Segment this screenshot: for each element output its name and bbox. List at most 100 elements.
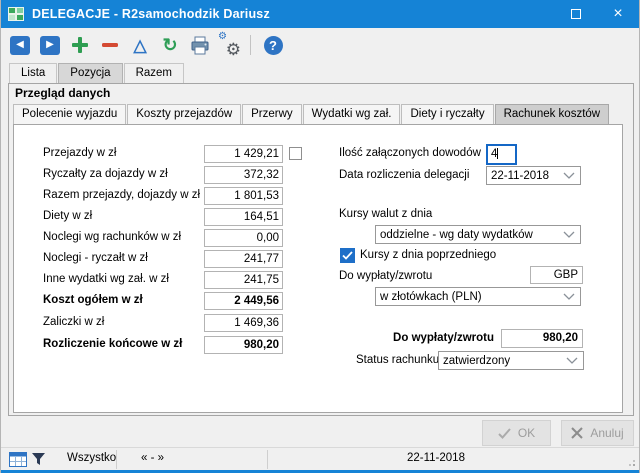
title-bar: DELEGACJE - R2samochodzik Dariusz × — [1, 0, 639, 28]
settlement-date-label: Data rozliczenia delegacji — [339, 169, 469, 181]
window-title: DELEGACJE - R2samochodzik Dariusz — [32, 7, 270, 21]
account-status-label: Status rachunku — [356, 354, 439, 366]
row-zaliczki: Zaliczki w zł 1 469,36 — [43, 314, 284, 332]
row-koszt-ogolem: Koszt ogółem w zł 2 449,56 — [43, 292, 284, 310]
minus-icon — [101, 36, 119, 54]
close-icon: × — [613, 6, 622, 22]
cancel-button[interactable]: Anuluj — [561, 420, 634, 446]
row-value-field[interactable]: 1 469,36 — [204, 314, 283, 332]
row-value-field[interactable]: 241,75 — [204, 271, 283, 289]
main-tab-bar: Lista Pozycja Razem — [9, 62, 185, 83]
printer-icon — [190, 36, 210, 55]
currency-rates-select[interactable]: oddzielne - wg daty wydatków — [375, 225, 581, 244]
chevron-down-icon — [563, 293, 575, 300]
attachments-input[interactable]: 4 — [486, 144, 517, 165]
row-value-field[interactable]: 2 449,56 — [204, 292, 283, 310]
row-label: Noclegi wg rachunków w zł — [43, 231, 181, 243]
status-date-text: 22-11-2018 — [331, 452, 541, 464]
row-przejazdy: Przejazdy w zł 1 429,21 — [43, 145, 284, 163]
record-range-text: « - » — [141, 452, 164, 464]
payout-label: Do wypłaty/zwrotu — [339, 270, 432, 282]
data-overview-panel: Przegląd danych Polecenie wyjazdu Koszty… — [8, 83, 634, 416]
row-value-field[interactable]: 980,20 — [204, 336, 283, 354]
status-bar: Wszystko « - » 22-11-2018 — [1, 447, 639, 470]
maximize-icon — [571, 9, 581, 19]
row-label: Razem przejazdy, dojazdy w zł — [43, 189, 200, 201]
row-noclegi-rachunki: Noclegi wg rachunków w zł 0,00 — [43, 229, 284, 247]
statusbar-separator — [116, 450, 117, 469]
row-label: Zaliczki w zł — [43, 316, 104, 328]
check-icon — [342, 251, 353, 260]
row-label: Przejazdy w zł — [43, 147, 117, 159]
app-window: DELEGACJE - R2samochodzik Dariusz × ◀ ▶ — [0, 0, 640, 473]
settlement-date-select[interactable]: 22-11-2018 — [486, 166, 581, 185]
statusbar-separator — [267, 450, 268, 469]
row-value-field[interactable]: 164,51 — [204, 208, 283, 226]
row-ryczalty-dojazdy: Ryczałty za dojazdy w zł 372,32 — [43, 166, 284, 184]
tab-polecenie-wyjazdu[interactable]: Polecenie wyjazdu — [13, 104, 126, 124]
chevron-down-icon — [563, 172, 575, 179]
x-icon — [571, 427, 583, 439]
chevron-down-icon — [566, 357, 578, 364]
row-value-field[interactable]: 241,77 — [204, 250, 283, 268]
tab-diety-i-ryczalty[interactable]: Diety i ryczałty — [401, 104, 493, 124]
gears-icon: ⚙ ⚙ — [219, 34, 241, 56]
delete-record-button[interactable] — [95, 32, 125, 58]
ok-button-label: OK — [518, 426, 535, 440]
payout-mode-select[interactable]: w złotówkach (PLN) — [375, 287, 581, 306]
row-value-field[interactable]: 1 429,21 — [204, 145, 283, 163]
payout-currency-field[interactable]: GBP — [530, 266, 583, 284]
edit-record-button[interactable]: △ — [125, 32, 155, 58]
row-label: Diety w zł — [43, 210, 92, 222]
row-razem-przejazdy: Razem przejazdy, dojazdy w zł 1 801,53 — [43, 187, 284, 205]
tab-wydatki-wg-zal[interactable]: Wydatki wg zał. — [303, 104, 401, 124]
filter-scope-text: Wszystko — [67, 452, 116, 464]
row-inne-wydatki: Inne wydatki wg zał. w zł 241,75 — [43, 271, 284, 289]
tab-lista[interactable]: Lista — [9, 63, 57, 83]
ok-button[interactable]: OK — [482, 420, 551, 446]
print-button[interactable] — [185, 32, 215, 58]
row-value-field[interactable]: 372,32 — [204, 166, 283, 184]
previous-icon: ◀ — [10, 36, 30, 55]
grid-view-icon[interactable] — [9, 452, 27, 467]
row-label: Koszt ogółem w zł — [43, 294, 143, 306]
filter-funnel-icon[interactable] — [31, 452, 46, 467]
close-button[interactable]: × — [597, 0, 639, 28]
account-status-select[interactable]: zatwierdzony — [438, 351, 584, 370]
chevron-down-icon — [563, 231, 575, 238]
resize-grip[interactable] — [626, 457, 636, 467]
row-value-field[interactable]: 1 801,53 — [204, 187, 283, 205]
app-icon — [8, 6, 24, 22]
przejazdy-checkbox[interactable] — [289, 147, 302, 160]
edit-triangle-icon: △ — [133, 37, 146, 54]
check-icon — [498, 428, 511, 439]
payout-total-field[interactable]: 980,20 — [501, 329, 583, 348]
previous-record-button[interactable]: ◀ — [5, 32, 35, 58]
tab-pozycja[interactable]: Pozycja — [58, 63, 122, 83]
maximize-button[interactable] — [555, 0, 597, 28]
add-record-button[interactable] — [65, 32, 95, 58]
window-controls: × — [555, 0, 639, 28]
refresh-icon: ↻ — [162, 36, 177, 54]
tab-przerwy[interactable]: Przerwy — [242, 104, 302, 124]
row-label: Rozliczenie końcowe w zł — [43, 338, 182, 350]
tab-rachunek-kosztow[interactable]: Rachunek kosztów — [495, 104, 610, 124]
previous-day-rates-checkbox[interactable] — [340, 248, 355, 263]
panel-header: Przegląd danych — [15, 86, 110, 100]
help-button[interactable]: ? — [258, 32, 288, 58]
attachments-label: Ilość załączonych dowodów — [339, 147, 481, 159]
row-label: Inne wydatki wg zał. w zł — [43, 273, 169, 285]
row-label: Ryczałty za dojazdy w zł — [43, 168, 168, 180]
plus-icon — [71, 36, 89, 54]
tab-koszty-przejazdow[interactable]: Koszty przejazdów — [127, 104, 241, 124]
next-record-button[interactable]: ▶ — [35, 32, 65, 58]
row-value-field[interactable]: 0,00 — [204, 229, 283, 247]
tab-razem[interactable]: Razem — [124, 63, 184, 83]
refresh-button[interactable]: ↻ — [155, 32, 185, 58]
toolbar: ◀ ▶ △ ↻ — [1, 28, 639, 62]
text-caret — [497, 148, 498, 159]
settings-button[interactable]: ⚙ ⚙ — [215, 32, 245, 58]
toolbar-separator — [250, 35, 251, 55]
next-icon: ▶ — [40, 36, 60, 55]
row-noclegi-ryczalt: Noclegi - ryczałt w zł 241,77 — [43, 250, 284, 268]
